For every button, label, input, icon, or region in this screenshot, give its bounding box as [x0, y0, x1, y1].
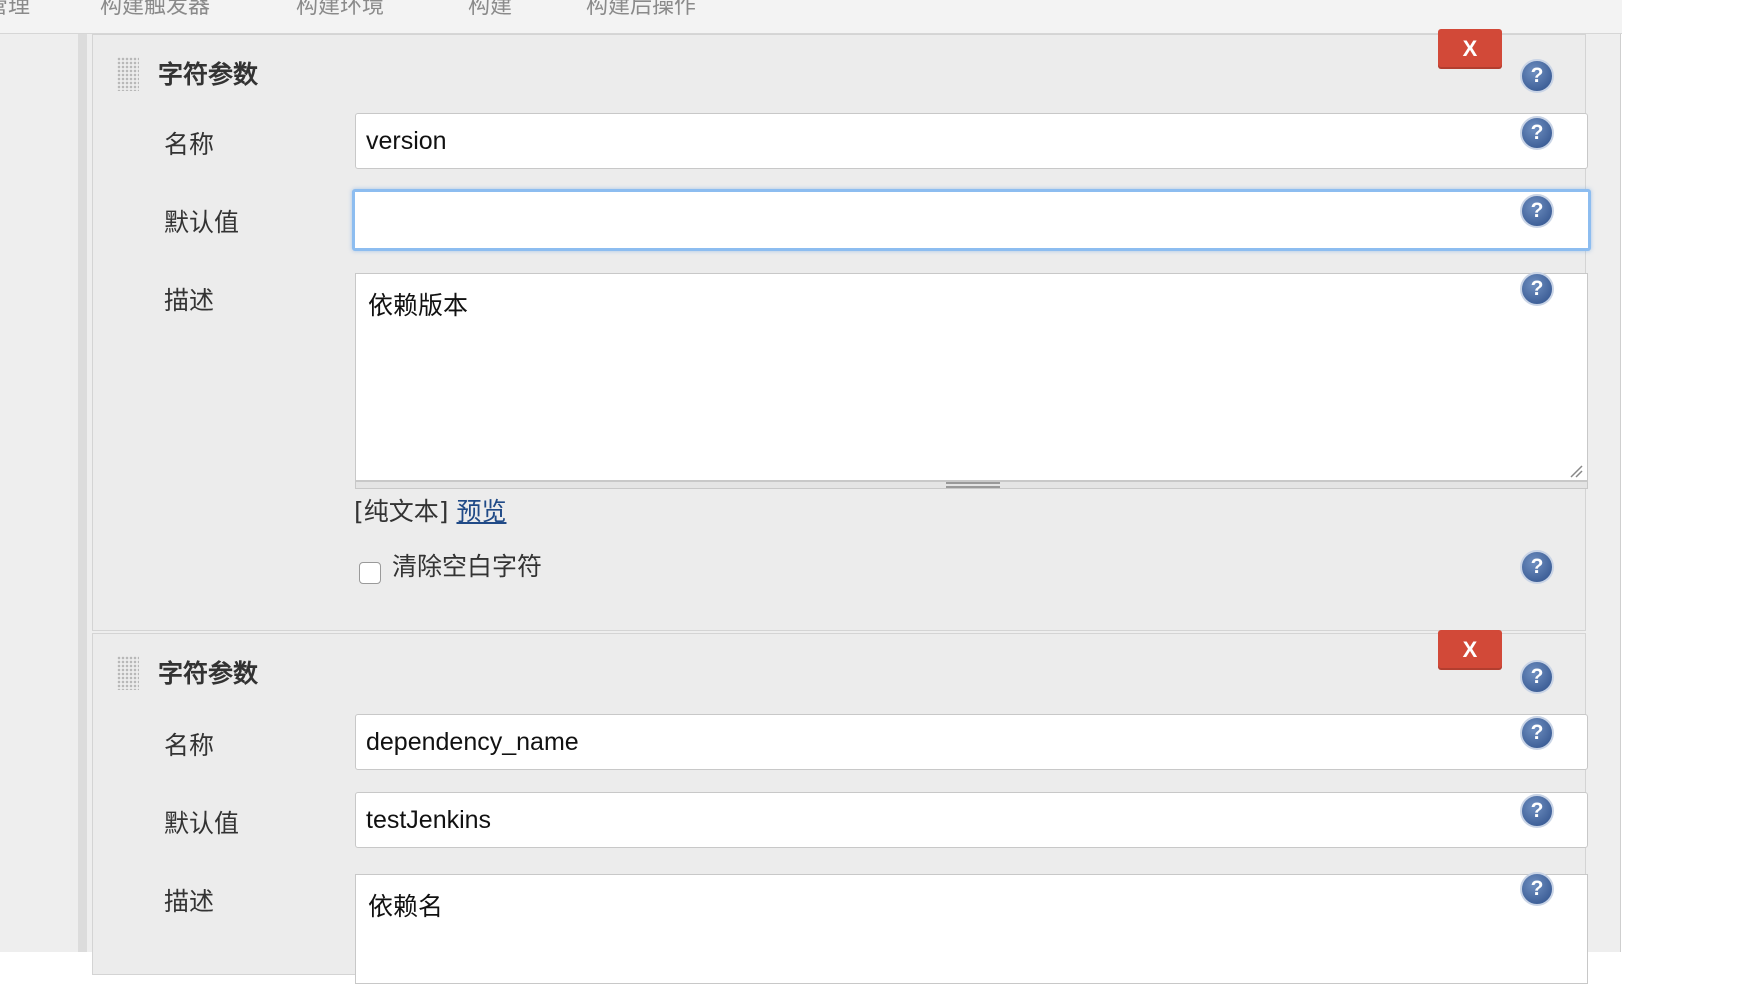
default-value-label: 默认值 — [164, 809, 240, 838]
description-help-icon[interactable]: ? — [1520, 272, 1554, 306]
format-plain-text-label: [纯文本] — [354, 497, 449, 526]
default-value-help-icon[interactable]: ? — [1520, 194, 1554, 228]
textarea-resize-bar[interactable] — [355, 481, 1588, 489]
delete-parameter-button[interactable]: X — [1438, 29, 1502, 69]
help-icon[interactable]: ? — [1520, 59, 1554, 93]
description-label: 描述 — [164, 286, 215, 315]
default-value-label: 默认值 — [164, 208, 240, 237]
description-label: 描述 — [164, 887, 215, 916]
tab-build-environment[interactable]: 构建环境 — [296, 0, 384, 20]
section-indent-bar — [78, 34, 87, 952]
delete-parameter-button[interactable]: X — [1438, 630, 1502, 670]
default-value-input[interactable] — [352, 189, 1591, 251]
section-title: 字符参数 — [158, 659, 259, 688]
resize-grip-icon[interactable] — [1568, 463, 1584, 479]
trim-label: 清除空白字符 — [392, 552, 543, 581]
help-icon[interactable]: ? — [1520, 660, 1554, 694]
description-textarea[interactable]: 依赖名 — [355, 874, 1588, 984]
description-help-icon[interactable]: ? — [1520, 872, 1554, 906]
section-title: 字符参数 — [158, 60, 259, 89]
name-help-icon[interactable]: ? — [1520, 116, 1554, 150]
trim-checkbox[interactable] — [359, 562, 381, 584]
tab-post-build-actions[interactable]: 构建后操作 — [586, 0, 696, 20]
resize-bar-grip-icon — [946, 482, 1000, 488]
trim-help-icon[interactable]: ? — [1520, 550, 1554, 584]
string-parameter-section: 字符参数 X ? 名称 ? 默认值 ? 描述 依赖版本 ? [纯文本] 预览 清… — [92, 29, 1591, 631]
name-help-icon[interactable]: ? — [1520, 716, 1554, 750]
default-value-help-icon[interactable]: ? — [1520, 794, 1554, 828]
preview-link[interactable]: 预览 — [456, 497, 506, 526]
name-input[interactable] — [355, 113, 1588, 169]
tab-build[interactable]: 构建 — [468, 0, 512, 20]
description-textarea[interactable]: 依赖版本 — [355, 273, 1588, 481]
tab-build-triggers[interactable]: 构建触发器 — [100, 0, 210, 20]
string-parameter-section: 字符参数 X ? 名称 ? 默认值 ? 描述 依赖名 ? — [92, 630, 1588, 984]
drag-handle-icon[interactable] — [117, 656, 139, 690]
name-label: 名称 — [164, 130, 215, 159]
name-input[interactable] — [355, 714, 1588, 770]
name-label: 名称 — [164, 731, 215, 760]
format-line: [纯文本] 预览 — [354, 492, 506, 528]
tab-management[interactable]: 管理 — [0, 0, 30, 20]
default-value-input[interactable] — [355, 792, 1588, 848]
config-tab-bar: 管理 构建触发器 构建环境 构建 构建后操作 — [0, 0, 1622, 34]
drag-handle-icon[interactable] — [117, 57, 139, 91]
